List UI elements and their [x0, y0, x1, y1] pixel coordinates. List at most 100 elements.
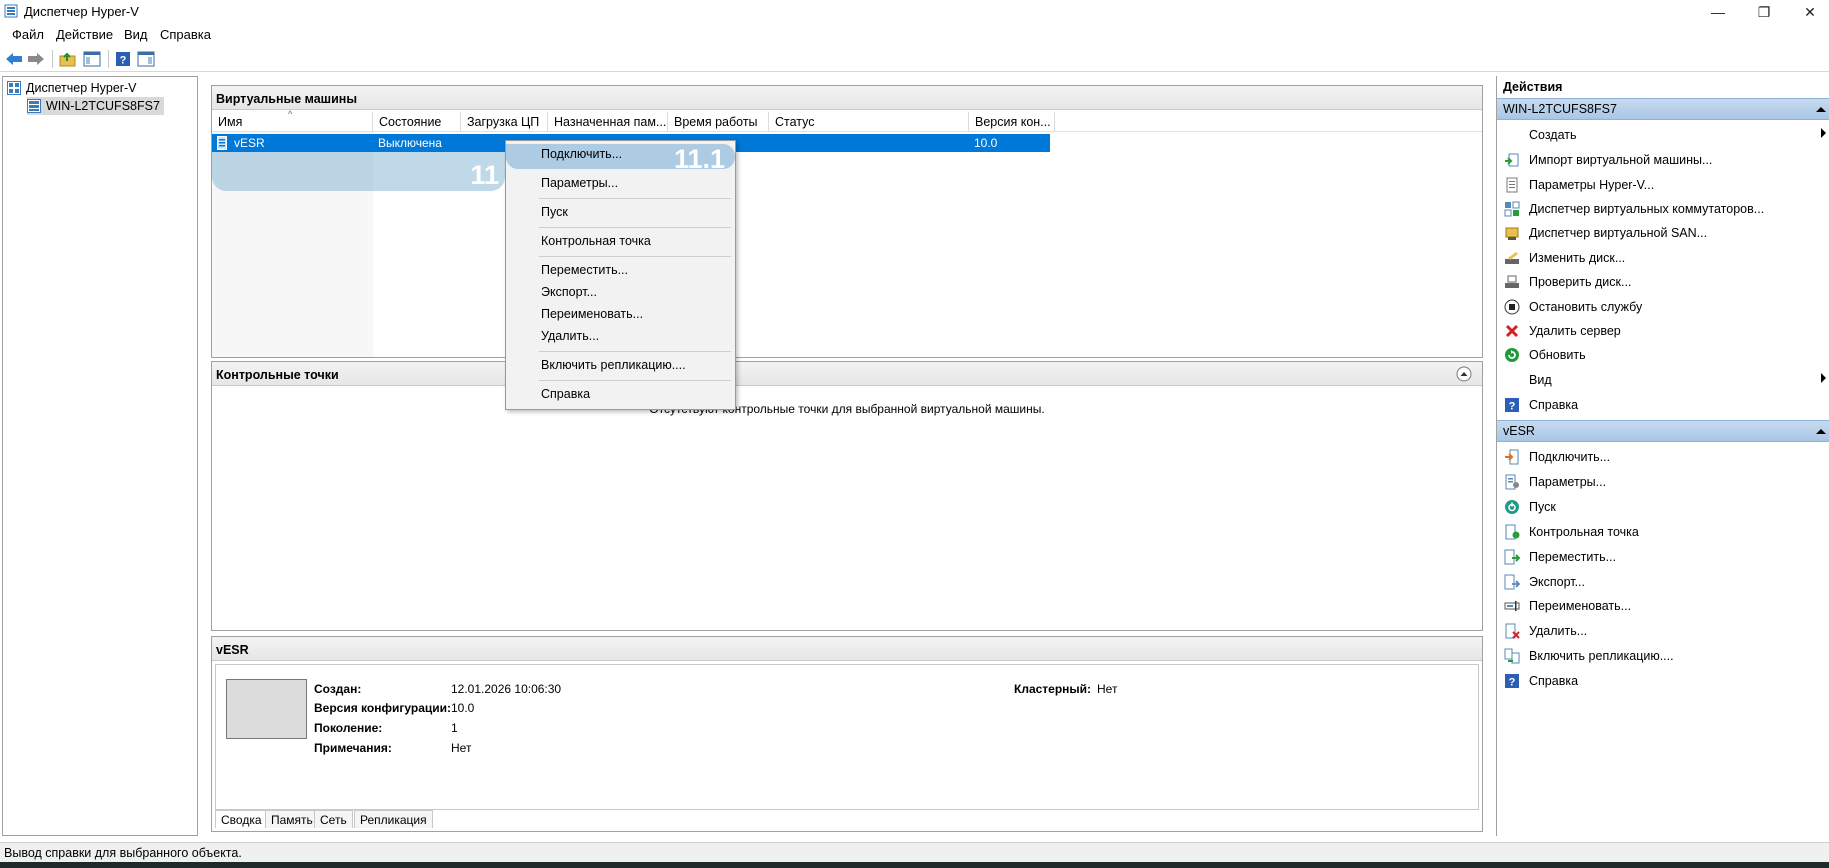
column-header-status[interactable]: Статус [769, 112, 969, 132]
inspect-disk-icon [1503, 274, 1521, 290]
forward-arrow-icon[interactable] [26, 49, 46, 69]
status-bar: Вывод справки для выбранного объекта. [0, 842, 1829, 862]
column-header-memory[interactable]: Назначенная пам... [548, 112, 668, 132]
actions-section-server[interactable]: WIN-L2TCUFS8FS7 [1497, 98, 1829, 120]
action-vm-checkpoint[interactable]: Контрольная точка [1497, 520, 1829, 544]
tab-memory[interactable]: Память [265, 810, 319, 828]
action-vm-settings[interactable]: Параметры... [1497, 470, 1829, 494]
collapse-up-icon [1816, 429, 1826, 434]
tree-root-hyper-v-manager[interactable]: Диспетчер Hyper-V [7, 79, 136, 97]
window-title: Диспетчер Hyper-V [24, 4, 139, 19]
tab-network[interactable]: Сеть [314, 810, 353, 828]
help-icon[interactable]: ? [113, 49, 133, 69]
tab-replication[interactable]: Репликация [354, 810, 433, 828]
context-item-move[interactable]: Переместить... [506, 260, 735, 282]
move-icon [1503, 549, 1521, 565]
edit-disk-icon [1503, 250, 1521, 266]
action-vm-move[interactable]: Переместить... [1497, 545, 1829, 569]
column-header-state[interactable]: Состояние [373, 112, 461, 132]
clustered-value: Нет [1097, 682, 1118, 696]
column-header-cpu[interactable]: Загрузка ЦП [461, 112, 548, 132]
action-remove-server[interactable]: Удалить сервер [1497, 319, 1829, 343]
vm-grid: Имя ^ Состояние Загрузка ЦП Назначенная … [212, 109, 1482, 357]
menu-help[interactable]: Справка [160, 27, 211, 42]
action-refresh[interactable]: Обновить [1497, 343, 1829, 367]
up-folder-icon[interactable] [58, 49, 78, 69]
context-item-help[interactable]: Справка [506, 384, 735, 406]
action-help-server[interactable]: ? Справка [1497, 393, 1829, 417]
menu-file[interactable]: Файл [12, 27, 44, 42]
context-item-start[interactable]: Пуск [506, 202, 735, 224]
title-bar: Диспетчер Hyper-V — ❐ ✕ [0, 0, 1829, 24]
checkpoints-panel: Контрольные точки Отсутствуют контрольны… [211, 361, 1483, 631]
action-virtual-san-manager[interactable]: Диспетчер виртуальной SAN... [1497, 221, 1829, 245]
import-vm-icon [1503, 152, 1521, 168]
action-view[interactable]: Вид [1497, 368, 1829, 392]
action-vm-connect[interactable]: Подключить... [1497, 445, 1829, 469]
action-vm-help[interactable]: ? Справка [1497, 669, 1829, 693]
minimize-button[interactable]: — [1695, 0, 1741, 24]
step-overlay-label: 11 [470, 160, 499, 190]
vm-name: vESR [234, 136, 265, 150]
action-hyperv-settings[interactable]: Параметры Hyper-V... [1497, 173, 1829, 197]
action-stop-service[interactable]: Остановить службу [1497, 295, 1829, 319]
context-item-connect[interactable]: Подключить... 11.1 [506, 144, 735, 174]
delete-vm-icon [1503, 623, 1521, 639]
hyper-v-app-icon [4, 4, 18, 18]
context-item-checkpoint[interactable]: Контрольная точка [506, 231, 735, 253]
switch-manager-icon [1503, 201, 1521, 217]
console-tree: Диспетчер Hyper-V WIN-L2TCUFS8FS7 [2, 76, 198, 836]
created-value: 12.01.2026 10:06:30 [451, 682, 562, 696]
action-vm-start[interactable]: Пуск [1497, 495, 1829, 519]
status-text: Вывод справки для выбранного объекта. [4, 846, 242, 860]
tree-item-server[interactable]: WIN-L2TCUFS8FS7 [27, 97, 164, 115]
context-item-rename[interactable]: Переименовать... [506, 304, 735, 326]
maximize-button[interactable]: ❐ [1741, 0, 1787, 24]
context-item-connect-label: Подключить... [541, 147, 623, 161]
action-new[interactable]: Создать [1497, 123, 1829, 147]
actions-section-server-label: WIN-L2TCUFS8FS7 [1503, 102, 1617, 116]
checkpoint-icon [1503, 524, 1521, 540]
rename-icon [1503, 598, 1521, 614]
action-import-vm[interactable]: Импорт виртуальной машины... [1497, 148, 1829, 172]
actions-section-vm[interactable]: vESR [1497, 420, 1829, 442]
action-virtual-switch-manager[interactable]: Диспетчер виртуальных коммутаторов... [1497, 197, 1829, 221]
details-tabs: Сводка Память Сеть Репликация [215, 810, 815, 830]
clustered-label: Кластерный: [1014, 682, 1092, 696]
vm-thumbnail [226, 679, 307, 739]
checkpoints-empty-message: Отсутствуют контрольные точки для выбран… [649, 402, 1045, 416]
settings-icon [1503, 177, 1521, 193]
notes-value: Нет [451, 741, 472, 755]
action-vm-enable-replication[interactable]: Включить репликацию.... [1497, 644, 1829, 668]
back-arrow-icon[interactable] [4, 49, 24, 69]
context-item-delete[interactable]: Удалить... [506, 326, 735, 348]
vm-context-menu: Подключить... 11.1 Параметры... Пуск Кон… [505, 140, 736, 410]
svg-text:?: ? [1509, 401, 1516, 413]
column-header-name[interactable]: Имя [212, 112, 373, 132]
actions-section-vm-label: vESR [1503, 424, 1535, 438]
vm-icon [217, 136, 227, 150]
start-icon [1503, 499, 1521, 515]
column-header-config-version[interactable]: Версия кон... [969, 112, 1055, 132]
tab-summary[interactable]: Сводка [215, 810, 268, 828]
replication-icon [1503, 648, 1521, 664]
action-inspect-disk[interactable]: Проверить диск... [1497, 270, 1829, 294]
action-vm-rename[interactable]: Переименовать... [1497, 594, 1829, 618]
context-item-export[interactable]: Экспорт... [506, 282, 735, 304]
context-item-enable-replication[interactable]: Включить репликацию.... [506, 355, 735, 377]
details-content: Создан: 12.01.2026 10:06:30 Версия конфи… [215, 664, 1479, 810]
collapse-panel-icon[interactable] [1456, 366, 1472, 382]
menu-view[interactable]: Вид [124, 27, 148, 42]
column-header-uptime[interactable]: Время работы [668, 112, 769, 132]
actions-pane: Действия WIN-L2TCUFS8FS7 Создать Импорт … [1496, 76, 1829, 836]
vm-panel-title: Виртуальные машины [212, 86, 1482, 110]
context-item-settings[interactable]: Параметры... [506, 173, 735, 195]
close-button[interactable]: ✕ [1787, 0, 1829, 24]
show-console-tree-icon[interactable] [82, 49, 102, 69]
action-edit-disk[interactable]: Изменить диск... [1497, 246, 1829, 270]
export-icon [1503, 574, 1521, 590]
action-vm-export[interactable]: Экспорт... [1497, 570, 1829, 594]
show-action-pane-icon[interactable] [136, 49, 156, 69]
menu-action[interactable]: Действие [56, 27, 113, 42]
action-vm-delete[interactable]: Удалить... [1497, 619, 1829, 643]
